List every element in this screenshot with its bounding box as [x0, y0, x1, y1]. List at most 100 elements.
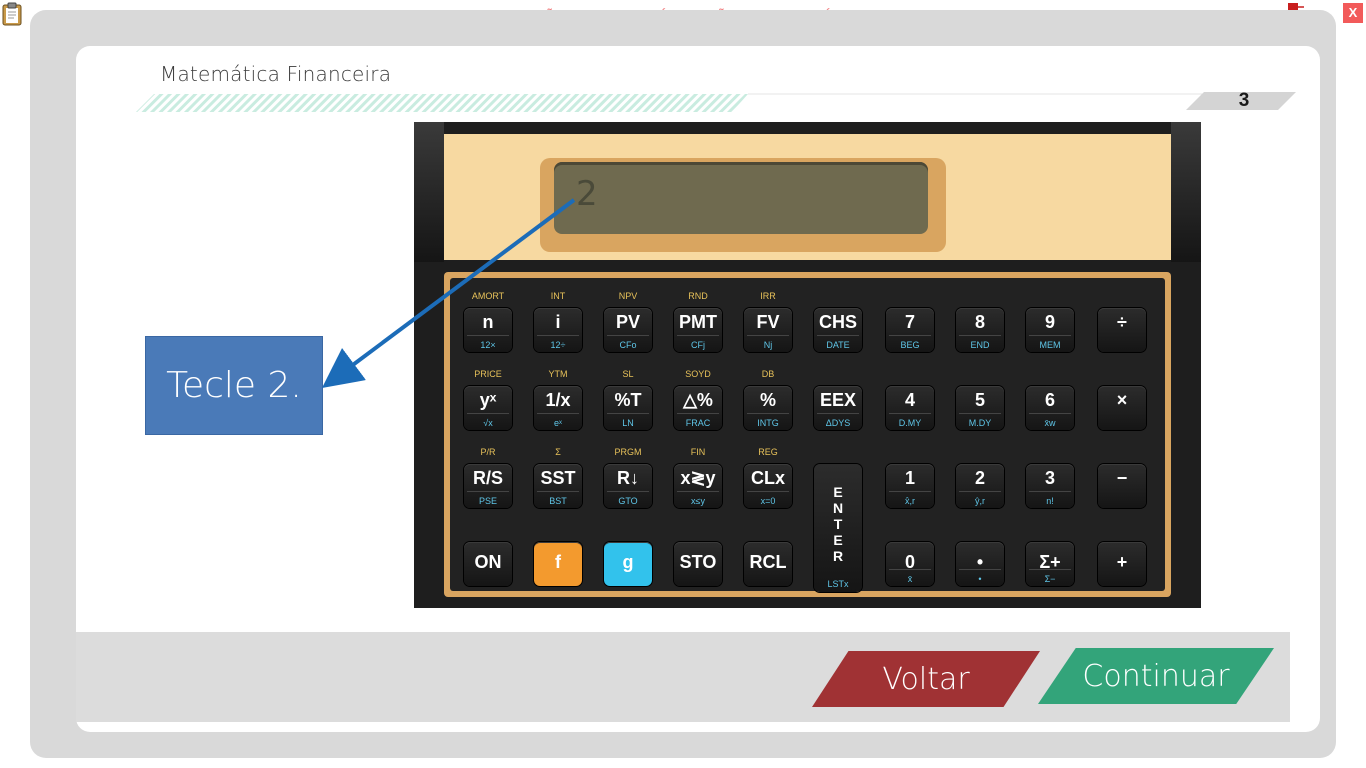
- key-label: 7: [904, 312, 915, 332]
- calc-key[interactable]: EEX ΔDYS: [814, 386, 862, 430]
- calc-key[interactable]: RCL: [744, 542, 792, 586]
- key-blue-label: CFo: [619, 340, 637, 350]
- key-divider: [889, 491, 931, 492]
- calc-key[interactable]: STO: [674, 542, 722, 586]
- key-blue-label: Nj: [763, 340, 773, 350]
- calculator-edge-left: [414, 122, 444, 262]
- key-gold-label: PRGM: [614, 447, 642, 457]
- calc-key[interactable]: PV CFo: [604, 308, 652, 352]
- key-divider: [607, 491, 649, 492]
- key-blue-label: BEG: [900, 340, 920, 350]
- key-label: x≷y: [680, 468, 716, 488]
- calc-key[interactable]: 1 x̂,r: [886, 464, 934, 508]
- key-blue-label: ΔDYS: [825, 418, 851, 428]
- key-label: n: [482, 312, 494, 332]
- key-divider: [467, 413, 509, 414]
- calc-key[interactable]: ÷: [1098, 308, 1146, 352]
- key-gold-label: IRR: [760, 291, 776, 301]
- key-label: △%: [683, 390, 713, 410]
- calc-key[interactable]: 6 x̄w: [1026, 386, 1074, 430]
- key-blue-label: LN: [622, 418, 634, 428]
- calc-key[interactable]: 5 M.DY: [956, 386, 1004, 430]
- key-divider: [677, 335, 719, 336]
- close-button[interactable]: X: [1343, 3, 1363, 23]
- calc-key[interactable]: g: [604, 542, 652, 586]
- calc-key[interactable]: %T LN: [604, 386, 652, 430]
- key-label: 2: [974, 468, 985, 488]
- calc-key[interactable]: 3 n!: [1026, 464, 1074, 508]
- key-gold-label: FIN: [690, 447, 706, 457]
- key-blue-label: INTG: [757, 418, 779, 428]
- calc-key[interactable]: 8 END: [956, 308, 1004, 352]
- key-blue-label: Σ−: [1044, 574, 1056, 584]
- calc-key[interactable]: 4 D.MY: [886, 386, 934, 430]
- key-blue-label: x̂,r: [905, 496, 915, 506]
- key-label: ×: [1116, 390, 1128, 410]
- calc-key[interactable]: f: [534, 542, 582, 586]
- calc-key[interactable]: R/S PSE: [464, 464, 512, 508]
- key-divider: [959, 413, 1001, 414]
- calculator-display: 2: [554, 162, 928, 234]
- enter-key[interactable]: E N T E R LSTx: [814, 464, 862, 592]
- calc-key[interactable]: PMT CFj: [674, 308, 722, 352]
- key-blue-label: END: [970, 340, 990, 350]
- key-label: PV: [615, 312, 640, 332]
- calc-key[interactable]: % INTG: [744, 386, 792, 430]
- key-blue-label: x̄: [907, 574, 913, 584]
- calc-key[interactable]: R↓ GTO: [604, 464, 652, 508]
- calc-key[interactable]: FV Nj: [744, 308, 792, 352]
- continue-button[interactable]: Continuar: [1038, 648, 1274, 704]
- key-divider: [1029, 569, 1071, 570]
- calc-key[interactable]: SST BST: [534, 464, 582, 508]
- calc-key[interactable]: i 12÷: [534, 308, 582, 352]
- key-divider: [817, 335, 859, 336]
- key-blue-label: 12×: [480, 340, 496, 350]
- key-divider: [889, 335, 931, 336]
- key-blue-label: n!: [1046, 496, 1054, 506]
- calc-key[interactable]: x≷y x≤y: [674, 464, 722, 508]
- key-gold-label: YTM: [548, 369, 568, 379]
- calc-key[interactable]: ×: [1098, 386, 1146, 430]
- page-number: 3: [1238, 90, 1250, 111]
- calc-key[interactable]: Σ+ Σ−: [1026, 542, 1074, 586]
- key-label: %T: [614, 390, 642, 410]
- key-label: STO: [679, 552, 717, 572]
- calc-key[interactable]: +: [1098, 542, 1146, 586]
- key-gold-label: AMORT: [471, 291, 505, 301]
- key-gold-label: DB: [761, 369, 775, 379]
- calc-key[interactable]: 7 BEG: [886, 308, 934, 352]
- key-label: CLx: [750, 468, 785, 488]
- key-label: %: [759, 390, 776, 410]
- calc-key[interactable]: −: [1098, 464, 1146, 508]
- calc-key[interactable]: n 12×: [464, 308, 512, 352]
- key-divider: [677, 491, 719, 492]
- keypad-surface: AMORT n 12× INT i 12÷ NPV PV CFo RND PMT CFj IRR FV Nj…: [450, 278, 1165, 592]
- calc-key[interactable]: yˣ √x: [464, 386, 512, 430]
- key-label: 8: [974, 312, 985, 332]
- key-blue-label: PSE: [478, 496, 497, 506]
- calc-key[interactable]: 1/x eˣ: [534, 386, 582, 430]
- back-button[interactable]: Voltar: [812, 651, 1040, 707]
- key-label: f: [555, 552, 561, 572]
- calc-key[interactable]: ON: [464, 542, 512, 586]
- calc-key[interactable]: △% FRAC: [674, 386, 722, 430]
- calc-key[interactable]: CLx x=0: [744, 464, 792, 508]
- key-blue-label: D.MY: [898, 418, 922, 428]
- enter-key-label: E N T E R: [832, 484, 844, 564]
- key-gold-label: SOYD: [685, 369, 711, 379]
- calc-key[interactable]: 9 MEM: [1026, 308, 1074, 352]
- key-label: 5: [974, 390, 985, 410]
- key-label: ON: [474, 552, 502, 572]
- calc-key[interactable]: 0 x̄: [886, 542, 934, 586]
- calc-key[interactable]: • •: [956, 542, 1004, 586]
- calc-key[interactable]: 2 ŷ,r: [956, 464, 1004, 508]
- key-blue-label: x=0: [760, 496, 776, 506]
- calculator-keypad: AMORT n 12× INT i 12÷ NPV PV CFo RND PMT CFj IRR FV Nj…: [444, 272, 1171, 597]
- title-decoration: [136, 92, 1296, 112]
- key-gold-label: Σ: [555, 447, 561, 457]
- calc-key[interactable]: CHS DATE: [814, 308, 862, 352]
- key-divider: [959, 335, 1001, 336]
- key-divider: [467, 335, 509, 336]
- clipboard-icon[interactable]: [2, 2, 22, 26]
- key-divider: [1029, 491, 1071, 492]
